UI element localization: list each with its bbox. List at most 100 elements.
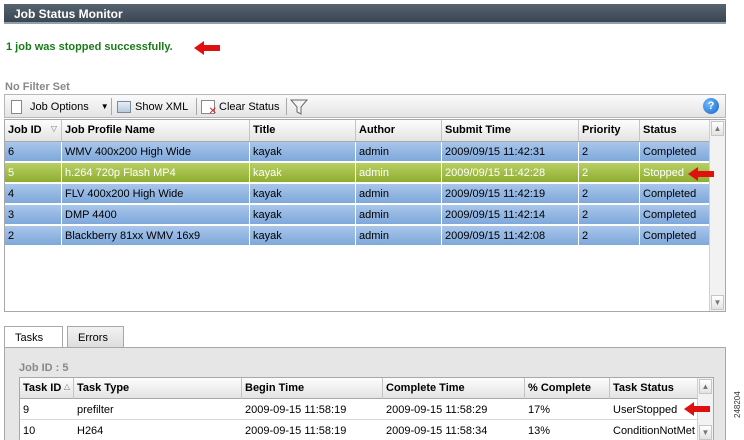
column-header-author[interactable]: Author [356, 120, 442, 141]
cell-submit-time: 2009/09/15 11:42:28 [442, 163, 579, 183]
cell-task-type: prefilter [77, 404, 114, 416]
column-header-priority[interactable]: Priority [579, 120, 640, 141]
table-row[interactable]: 6 WMV 400x200 High Wide kayak admin 2009/09/… [5, 142, 710, 162]
cell-job-profile-name: DMP 4400 [62, 205, 250, 225]
table-row[interactable]: 2 Blackberry 81xx WMV 16x9 kayak admin 2009/… [5, 226, 710, 246]
cell-task-id: 9 [23, 404, 30, 416]
cell-priority: 2 [579, 226, 640, 246]
toolbar-separator [111, 98, 112, 115]
table-row[interactable]: 5 h.264 720p Flash MP4 kayak admin 2009/09/1… [5, 163, 710, 183]
column-header-submit-time[interactable]: Submit Time [442, 120, 579, 141]
jobs-grid: Job ID ▽ Job Profile Name Title Author S… [4, 119, 726, 312]
job-options-button[interactable]: Job Options ▼ [11, 98, 109, 115]
cell-job-id: 6 [5, 142, 62, 162]
cell-job-profile-name: WMV 400x200 High Wide [62, 142, 250, 162]
filter-button[interactable] [290, 98, 308, 115]
column-header-job-profile-name[interactable]: Job Profile Name [62, 120, 250, 141]
cell-task-type: H264 [77, 425, 104, 437]
cell-task-id: 10 [23, 425, 36, 437]
selected-job-id: Job ID : 5 [19, 362, 69, 374]
column-header-job-id[interactable]: Job ID ▽ [5, 120, 62, 141]
cell-job-profile-name: FLV 400x200 High Wide [62, 184, 250, 204]
column-header-percent-complete[interactable]: % Complete [525, 378, 610, 399]
cell-author: admin [356, 142, 442, 162]
toolbar-separator [286, 98, 287, 115]
cell-percent-complete: 17% [528, 404, 551, 416]
tab-tasks[interactable]: Tasks [4, 326, 63, 349]
scroll-up-icon[interactable]: ▲ [699, 379, 712, 394]
clear-status-label: Clear Status [219, 100, 280, 113]
sort-icon: △ [63, 382, 70, 391]
filter-label: No Filter Set [5, 81, 70, 93]
column-header-begin-time[interactable]: Begin Time [242, 378, 383, 399]
cell-job-profile-name: h.264 720p Flash MP4 [62, 163, 250, 183]
table-row[interactable]: 10 H264 2009-09-15 11:58:19 2009-09-15 11:5… [20, 420, 697, 440]
funnel-icon [290, 99, 308, 115]
xml-icon [117, 100, 131, 113]
column-header-task-id[interactable]: Task ID △ [20, 378, 74, 399]
cell-author: admin [356, 184, 442, 204]
tasks-grid: Task ID △ Task Type Begin Time Complete … [19, 377, 714, 440]
cell-percent-complete: 13% [528, 425, 551, 437]
window-title: Job Status Monitor [4, 4, 726, 24]
figure-id: 248204 [733, 391, 742, 418]
cell-title: kayak [250, 184, 356, 204]
tab-errors[interactable]: Errors [67, 326, 124, 348]
cell-complete-time: 2009-09-15 11:58:34 [386, 425, 488, 437]
cell-priority: 2 [579, 163, 640, 183]
tasks-panel: Job ID : 5 Task ID △ Task Type Begin Tim… [4, 347, 726, 440]
job-options-label: Job Options [30, 100, 89, 113]
cell-title: kayak [250, 226, 356, 246]
cell-author: admin [356, 226, 442, 246]
column-header-complete-time[interactable]: Complete Time [383, 378, 525, 399]
jobs-grid-header: Job ID ▽ Job Profile Name Title Author S… [5, 120, 710, 142]
help-icon[interactable]: ? [703, 98, 719, 114]
show-xml-button[interactable]: Show XML [117, 98, 188, 115]
toolbar-separator [196, 98, 197, 115]
scroll-down-icon[interactable]: ▼ [699, 425, 712, 440]
table-row[interactable]: 4 FLV 400x200 High Wide kayak admin 2009/09/… [5, 184, 710, 204]
column-header-task-status[interactable]: Task Status [610, 378, 697, 399]
cell-begin-time: 2009-09-15 11:58:19 [245, 404, 347, 416]
cell-priority: 2 [579, 142, 640, 162]
cell-status: Completed [643, 146, 697, 158]
cell-job-profile-name: Blackberry 81xx WMV 16x9 [62, 226, 250, 246]
table-row[interactable]: 3 DMP 4400 kayak admin 2009/09/15 11:42:14 2 C… [5, 205, 710, 225]
clear-status-button[interactable]: Clear Status [201, 98, 280, 117]
cell-status: Completed [643, 188, 697, 200]
cell-job-id: 3 [5, 205, 62, 225]
sort-icon: ▽ [50, 124, 57, 133]
tasks-grid-header: Task ID △ Task Type Begin Time Complete … [20, 378, 697, 399]
cell-begin-time: 2009-09-15 11:58:19 [245, 425, 347, 437]
document-icon [11, 99, 22, 114]
cell-status: Completed [643, 230, 697, 242]
cell-submit-time: 2009/09/15 11:42:31 [442, 142, 579, 162]
column-header-task-type[interactable]: Task Type [74, 378, 242, 399]
cell-author: admin [356, 205, 442, 225]
dropdown-arrow-icon: ▼ [100, 102, 109, 111]
column-header-title[interactable]: Title [250, 120, 356, 141]
cell-job-id: 2 [5, 226, 62, 246]
cell-title: kayak [250, 163, 356, 183]
cell-task-status: ConditionNotMet [613, 425, 695, 437]
cell-author: admin [356, 163, 442, 183]
scroll-up-icon[interactable]: ▲ [711, 121, 724, 136]
cell-complete-time: 2009-09-15 11:58:29 [386, 404, 488, 416]
red-arrow-icon [684, 402, 710, 416]
status-message: 1 job was stopped successfully. [6, 41, 173, 53]
cell-priority: 2 [579, 184, 640, 204]
column-header-status[interactable]: Status [640, 120, 710, 141]
clear-status-icon [201, 99, 217, 117]
cell-job-id: 4 [5, 184, 62, 204]
cell-submit-time: 2009/09/15 11:42:08 [442, 226, 579, 246]
scroll-down-icon[interactable]: ▼ [711, 295, 724, 310]
cell-submit-time: 2009/09/15 11:42:14 [442, 205, 579, 225]
show-xml-label: Show XML [135, 100, 189, 113]
table-row[interactable]: 9 prefilter 2009-09-15 11:58:19 2009-09-15 … [20, 399, 697, 420]
cell-priority: 2 [579, 205, 640, 225]
jobs-grid-scrollbar[interactable]: ▲ ▼ [709, 120, 725, 311]
red-arrow-icon [194, 41, 220, 55]
cell-job-id: 5 [5, 163, 62, 183]
cell-submit-time: 2009/09/15 11:42:19 [442, 184, 579, 204]
cell-status: Completed [643, 209, 697, 221]
